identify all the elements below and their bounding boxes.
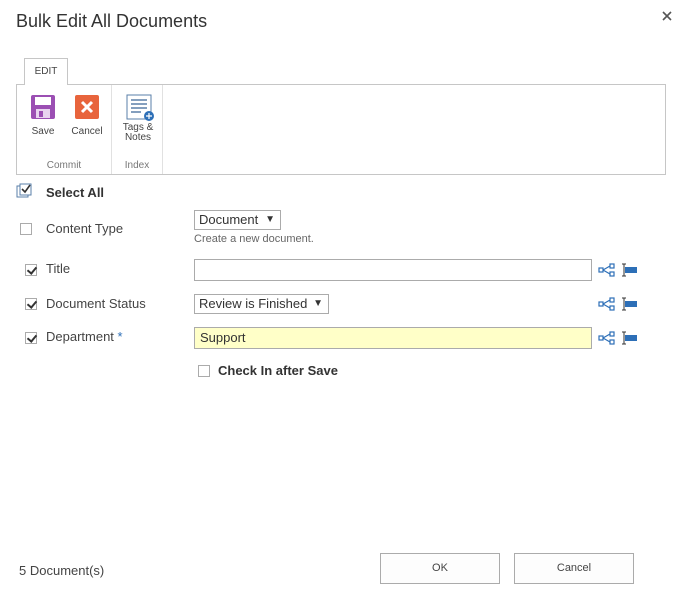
content-type-label: Content Type [46,221,124,236]
select-all-icon[interactable] [16,183,34,199]
field-properties-icon[interactable] [620,263,638,277]
checkin-checkbox[interactable] [198,365,210,377]
ribbon-group-index: Tags & Notes Index [112,85,163,174]
save-label: Save [31,126,55,137]
title-checkbox[interactable] [25,264,37,276]
workflow-icon[interactable] [598,263,616,277]
content-type-checkbox[interactable] [20,223,32,235]
department-label-text: Department [46,329,114,344]
cancel-ribbon-button[interactable]: Cancel [69,94,105,137]
close-icon[interactable] [659,8,675,24]
document-count: 5 Document(s) [19,563,105,578]
content-type-helper: Create a new document. [194,233,314,245]
ribbon: Save Cancel Commit Tags & Notes Index [16,84,666,175]
cancel-button[interactable]: Cancel [514,553,634,584]
ribbon-group-commit: Save Cancel Commit [17,85,112,174]
commit-group-label: Commit [46,160,82,171]
content-type-dropdown[interactable]: Document ▼ [194,210,281,230]
title-label: Title [46,261,71,276]
checkin-label: Check In after Save [218,363,338,378]
save-button[interactable]: Save [25,94,61,137]
cancel-icon [74,94,100,120]
cancel-label: Cancel [71,126,103,137]
document-status-dropdown[interactable]: Review is Finished ▼ [194,294,329,314]
select-all-label[interactable]: Select All [46,185,104,200]
field-properties-icon[interactable] [620,297,638,311]
tags-notes-button[interactable]: Tags & Notes [118,94,158,143]
index-group-label: Index [124,160,150,171]
department-checkbox[interactable] [25,332,37,344]
document-status-label: Document Status [46,296,146,311]
dialog-title: Bulk Edit All Documents [16,11,208,31]
required-indicator: * [117,329,123,344]
save-icon [30,94,56,120]
workflow-icon[interactable] [598,331,616,345]
chevron-down-icon: ▼ [313,298,323,309]
workflow-icon[interactable] [598,297,616,311]
ok-button[interactable]: OK [380,553,500,584]
title-input[interactable] [194,259,592,281]
department-input[interactable]: Support [194,327,592,349]
document-status-value: Review is Finished [199,296,308,311]
field-properties-icon[interactable] [620,331,638,345]
document-status-checkbox[interactable] [25,298,37,310]
tags-label-line2: Notes [124,132,152,143]
content-type-value: Document [199,212,259,227]
chevron-down-icon: ▼ [265,214,275,225]
department-label: Department * [46,329,123,344]
tab-edit[interactable]: EDIT [24,58,68,85]
bulk-edit-dialog: Bulk Edit All Documents EDIT Save Cancel… [0,0,681,616]
tags-notes-icon [125,94,154,121]
